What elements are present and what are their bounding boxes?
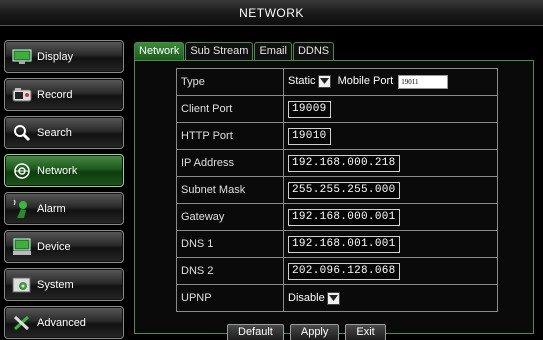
monitor-icon [11,47,33,67]
action-buttons: Default Apply Exit [227,324,386,340]
upnp-select[interactable]: Disable [288,291,340,305]
type-label: Type [176,68,284,96]
mobile-port-label: Mobile Port [337,75,394,88]
row-ip-address: IP Address 192.168.000.218 [176,149,498,177]
search-icon [11,123,33,143]
sidebar-item-alarm[interactable]: Alarm [4,192,124,225]
network-icon [11,161,33,181]
sidebar-item-label: Network [37,164,78,177]
dns1-input[interactable]: 192.168.001.001 [288,235,400,253]
dns2-input[interactable]: 202.096.128.068 [288,262,400,280]
subnet-mask-input[interactable]: 255.255.255.000 [288,181,400,199]
sidebar-item-advanced[interactable]: Advanced [4,306,124,339]
row-type: Type Static Mobile Port 19011 [176,68,498,96]
sidebar-item-device[interactable]: Device [4,230,124,263]
chevron-down-icon[interactable] [317,74,331,88]
upnp-value: Disable [288,292,325,304]
sidebar-item-network[interactable]: Network [4,154,124,187]
sidebar-item-label: Alarm [37,202,66,215]
dns2-label: DNS 2 [176,257,284,285]
sidebar-item-label: System [37,278,74,291]
sidebar-item-label: Search [37,126,72,139]
sidebar-item-label: Display [37,50,74,63]
settings-panel: Type Static Mobile Port 19011 Client Por… [134,60,534,334]
exit-button[interactable]: Exit [345,324,386,340]
apply-button[interactable]: Apply [289,324,340,340]
type-select[interactable]: Static [288,74,331,88]
tab-ddns[interactable]: DDNS [292,42,335,60]
default-button[interactable]: Default [227,324,284,340]
tab-email[interactable]: Email [254,42,292,60]
window-title: NETWORK [0,0,543,26]
row-upnp: UPNP Disable [176,284,498,312]
upnp-label: UPNP [176,284,284,312]
gateway-label: Gateway [176,203,284,231]
row-http-port: HTTP Port 19010 [176,122,498,150]
sidebar-item-label: Record [37,88,73,101]
http-port-label: HTTP Port [176,122,284,150]
ip-address-label: IP Address [176,149,284,177]
network-settings-area: Network Sub Stream Email DDNS Type Stati… [128,30,543,340]
http-port-input[interactable]: 19010 [288,127,331,145]
device-icon [11,237,33,257]
row-gateway: Gateway 192.168.000.001 [176,203,498,231]
system-icon [11,275,33,295]
tab-bar: Network Sub Stream Email DDNS [134,42,335,60]
row-dns2: DNS 2 202.096.128.068 [176,257,498,285]
client-port-input[interactable]: 19009 [288,100,331,118]
row-client-port: Client Port 19009 [176,95,498,123]
alarm-icon [11,199,33,219]
tools-icon [11,313,33,333]
settings-table: Type Static Mobile Port 19011 Client Por… [176,68,498,312]
sidebar-menu: Display Record Search Network Alarm Devi… [0,30,128,340]
mobile-port-input[interactable]: 19011 [398,75,449,90]
row-dns1: DNS 1 192.168.001.001 [176,230,498,258]
chevron-down-icon[interactable] [326,291,340,305]
ip-address-input[interactable]: 192.168.000.218 [288,154,400,172]
sidebar-item-display[interactable]: Display [4,40,124,73]
tab-sub-stream[interactable]: Sub Stream [185,42,254,60]
row-subnet-mask: Subnet Mask 255.255.255.000 [176,176,498,204]
sidebar-item-search[interactable]: Search [4,116,124,149]
type-value: Static [288,75,316,88]
subnet-mask-label: Subnet Mask [176,176,284,204]
client-port-label: Client Port [176,95,284,123]
sidebar-item-label: Advanced [37,316,86,329]
dns1-label: DNS 1 [176,230,284,258]
sidebar-item-system[interactable]: System [4,268,124,301]
gateway-input[interactable]: 192.168.000.001 [288,208,400,226]
tab-network[interactable]: Network [134,42,185,60]
sidebar-item-record[interactable]: Record [4,78,124,111]
sidebar-item-label: Device [37,240,71,253]
record-icon [11,85,33,105]
